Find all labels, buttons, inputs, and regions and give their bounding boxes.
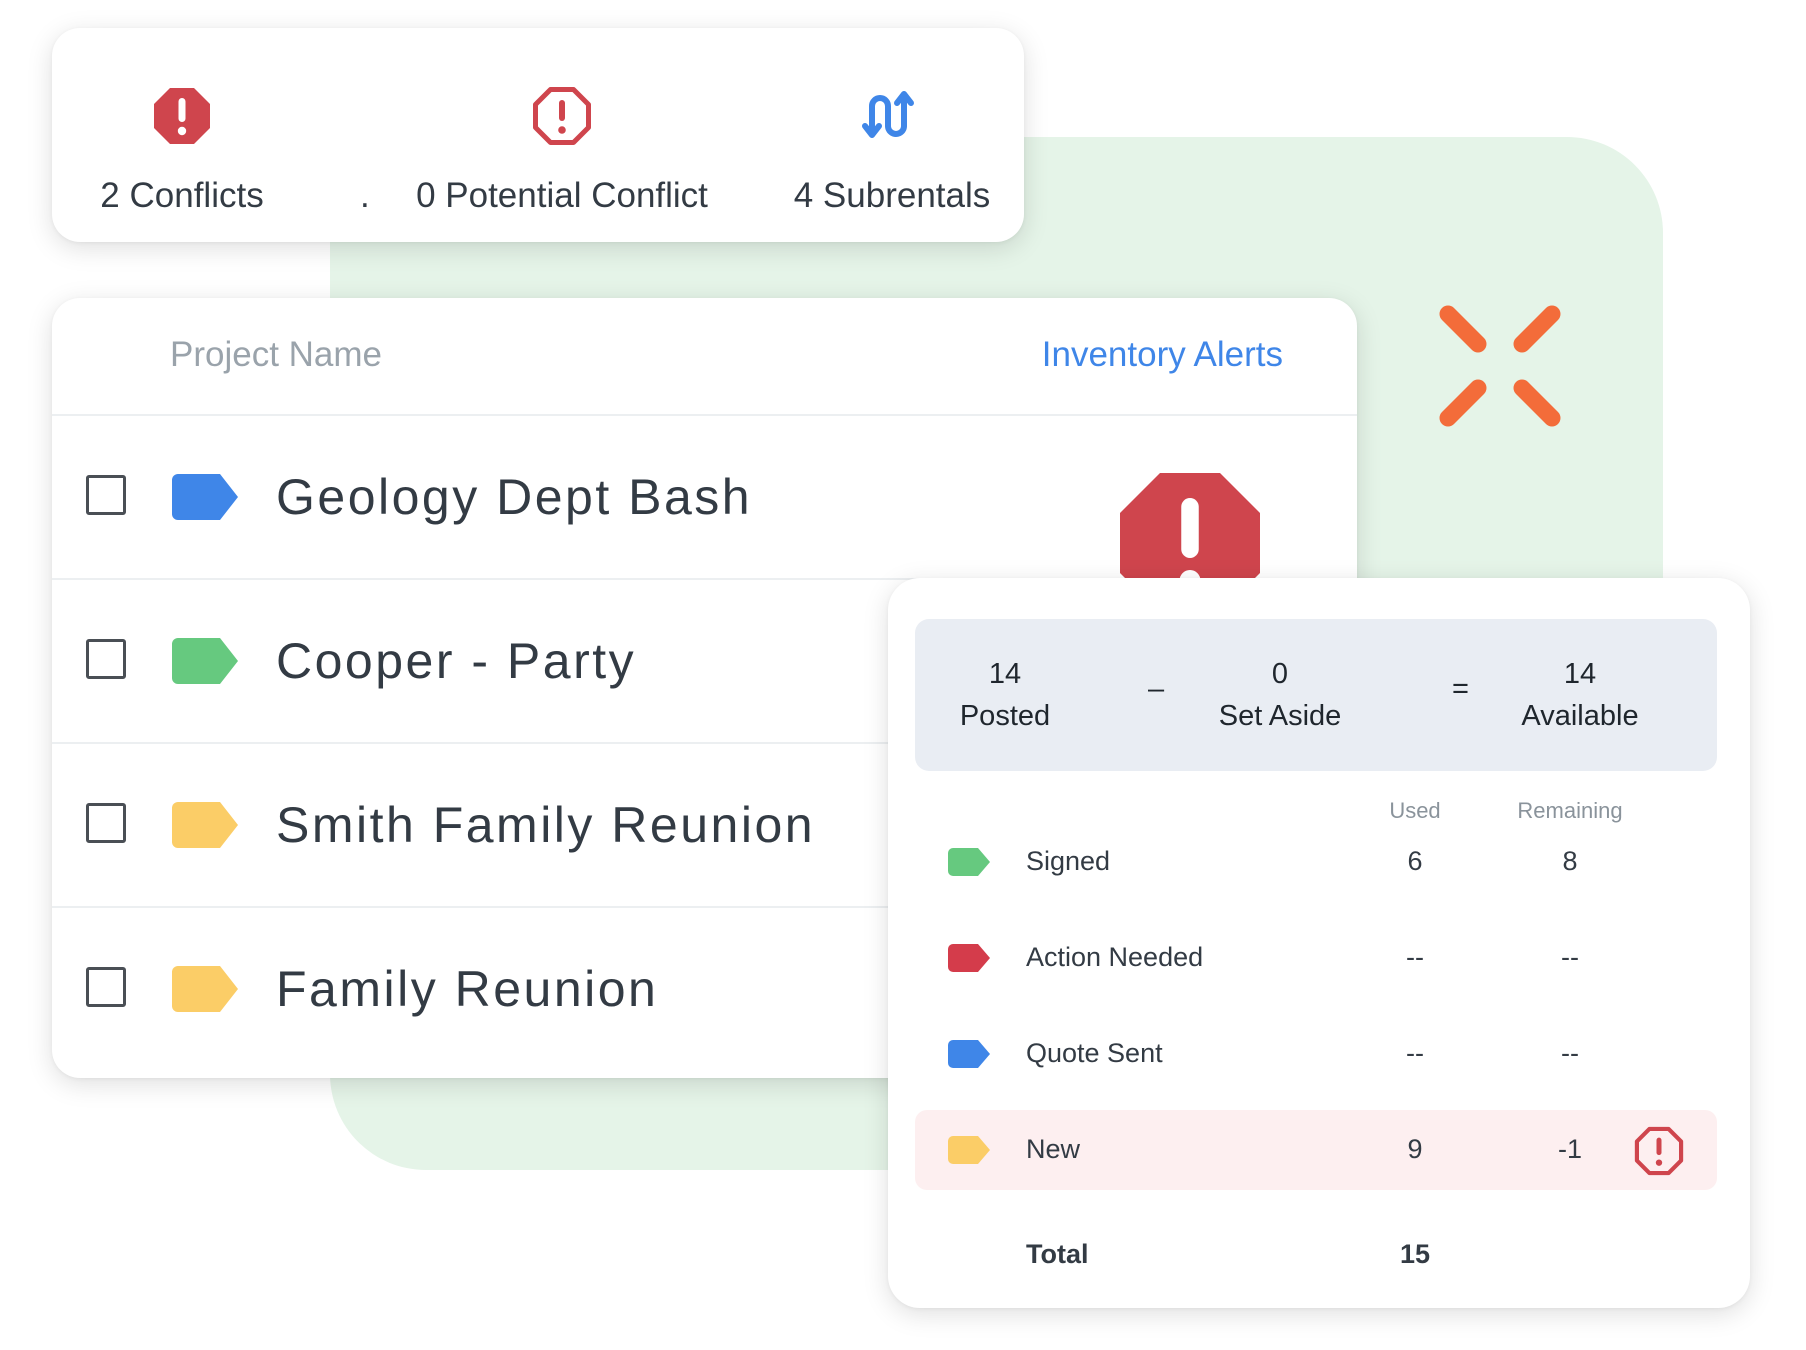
total-used-value: 15: [1399, 1239, 1431, 1269]
available-summary: 14 Available: [1515, 653, 1645, 737]
summary-separator: .: [360, 176, 370, 215]
total-label: Total: [1026, 1239, 1089, 1269]
availability-equation: 14 Posted – 0 Set Aside = 14 Available: [915, 619, 1717, 771]
remaining-value: 8: [1562, 846, 1578, 876]
status-tag-blue: [172, 474, 238, 520]
conflict-outline-icon[interactable]: [1634, 1126, 1684, 1176]
row-checkbox[interactable]: [86, 803, 126, 843]
total-row: Total 15: [915, 1233, 1717, 1283]
used-value: 6: [1407, 846, 1423, 876]
status-row-signed: Signed 6 8: [915, 822, 1717, 902]
brand-logo-icon: [1439, 305, 1561, 427]
project-name[interactable]: Family Reunion: [276, 960, 658, 1018]
row-checkbox[interactable]: [86, 967, 126, 1007]
posted-label: Posted: [959, 700, 1051, 732]
available-label: Available: [1521, 700, 1639, 732]
project-list-header: Project Name Inventory Alerts: [52, 298, 1357, 416]
row-checkbox[interactable]: [86, 475, 126, 515]
status-tag-yellow: [172, 966, 238, 1012]
project-name[interactable]: Cooper - Party: [276, 632, 636, 690]
remaining-value: --: [1561, 942, 1579, 972]
potential-conflict-count: 0 Potential Conflict: [416, 176, 708, 215]
posted-summary: 14 Posted: [950, 653, 1060, 737]
potential-conflict-summary[interactable]: 0 Potential Conflict: [392, 28, 732, 242]
status-row-quote-sent: Quote Sent -- --: [915, 1014, 1717, 1094]
row-checkbox[interactable]: [86, 639, 126, 679]
project-name-column-header[interactable]: Project Name: [170, 335, 382, 375]
status-label: New: [1026, 1134, 1081, 1164]
set-aside-value: 0: [1271, 658, 1289, 690]
project-row[interactable]: Geology Dept Bash: [52, 416, 1357, 580]
status-tag-red: [948, 944, 990, 972]
remaining-column-header: Remaining: [1517, 798, 1623, 823]
status-tag-yellow: [172, 802, 238, 848]
remaining-value: -1: [1557, 1134, 1582, 1164]
minus-operator: –: [1148, 673, 1165, 705]
status-tag-green: [948, 848, 990, 876]
used-value: --: [1406, 1038, 1424, 1068]
equals-operator: =: [1452, 673, 1469, 705]
used-value: --: [1406, 942, 1424, 972]
inventory-detail-popover: 14 Posted – 0 Set Aside = 14 Available U…: [888, 578, 1750, 1308]
status-label: Action Needed: [1026, 942, 1204, 972]
posted-value: 14: [988, 658, 1022, 690]
project-name[interactable]: Geology Dept Bash: [276, 468, 752, 526]
status-tag-yellow: [948, 1136, 990, 1164]
subrentals-summary[interactable]: 4 Subrentals: [782, 28, 1002, 242]
conflicts-summary[interactable]: 2 Conflicts: [72, 28, 292, 242]
status-label: Quote Sent: [1026, 1038, 1163, 1068]
conflicts-count: 2 Conflicts: [100, 176, 264, 215]
potential-conflict-icon: [532, 86, 592, 146]
set-aside-label: Set Aside: [1218, 700, 1342, 732]
available-value: 14: [1563, 658, 1597, 690]
status-label: Signed: [1026, 846, 1111, 876]
used-value: 9: [1407, 1134, 1423, 1164]
status-row-new: New 9 -1: [915, 1110, 1717, 1190]
used-column-header: Used: [1389, 798, 1441, 823]
set-aside-summary: 0 Set Aside: [1205, 653, 1355, 737]
inventory-alerts-column-header[interactable]: Inventory Alerts: [1042, 335, 1283, 375]
subrentals-count: 4 Subrentals: [793, 176, 991, 215]
conflict-icon: [152, 86, 212, 146]
status-tag-green: [172, 638, 238, 684]
project-name[interactable]: Smith Family Reunion: [276, 796, 815, 854]
subrental-icon: [862, 86, 922, 146]
status-tag-blue: [948, 1040, 990, 1068]
status-row-action-needed: Action Needed -- --: [915, 918, 1717, 998]
remaining-value: --: [1561, 1038, 1579, 1068]
alert-summary-card: 2 Conflicts . 0 Potential Conflict 4 Sub…: [52, 28, 1024, 242]
row-inventory-alerts: [1040, 468, 1260, 528]
